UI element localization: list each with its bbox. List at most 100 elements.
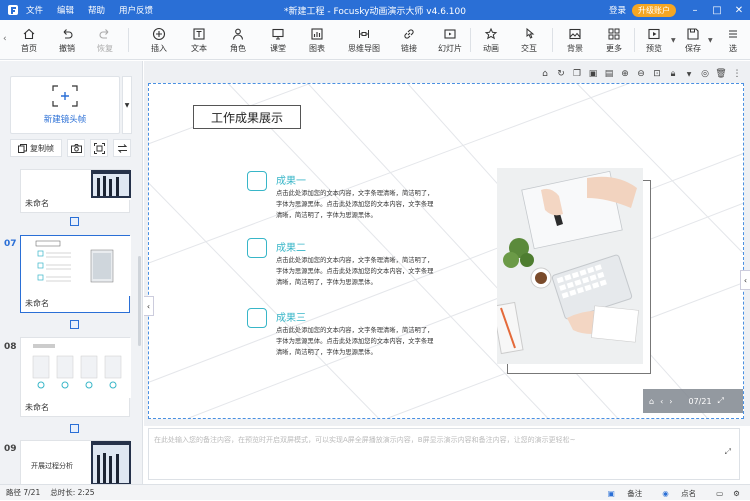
nav-next-icon[interactable]: › [669, 397, 672, 406]
frame-thumbnail-08[interactable]: 未命名 [20, 337, 131, 417]
frame-thumbnail-07[interactable]: 未命名 [20, 235, 131, 313]
frame-thumbnail-09[interactable]: 开展过程分析 [20, 440, 131, 484]
upgrade-button[interactable]: 升级账户 [632, 3, 676, 17]
home-icon [22, 27, 36, 41]
expand-notes-icon[interactable]: ⤢ [725, 447, 731, 457]
frame-list-scrollbar[interactable] [138, 256, 141, 346]
menu-file[interactable]: 文件 [26, 4, 43, 16]
animation-button[interactable]: 动画 [474, 20, 508, 60]
frame-thumbnail-image [21, 236, 131, 296]
toolbar-divider [470, 28, 471, 52]
nav-home-icon[interactable]: ⌂ [649, 397, 654, 406]
item-title-3[interactable]: 成果三 [276, 309, 306, 324]
paste-icon[interactable]: ▣ [586, 67, 600, 81]
desk-photo[interactable] [497, 168, 643, 364]
slide-navigator[interactable]: ⌂ ‹ › 07/21 ⤢ [643, 389, 743, 413]
status-settings-icon[interactable]: ⚙ [733, 489, 740, 498]
item-text-line: 清晰，简洁明了，字体为思源黑体。 [276, 212, 377, 219]
screenshot-icon[interactable]: ◎ [698, 67, 712, 81]
lock-dropdown-icon[interactable]: ▼ [682, 67, 696, 81]
notes-icon: ▣ [607, 488, 618, 498]
item-text-line: 清晰，简洁明了，字体为思源黑体。 [276, 279, 377, 286]
nav-prev-icon[interactable]: ‹ [660, 397, 663, 406]
swap-frame-button[interactable] [113, 139, 131, 157]
link-button[interactable]: 链接 [392, 20, 426, 60]
classroom-icon [271, 27, 285, 41]
minimize-icon[interactable]: – [684, 5, 706, 16]
close-icon[interactable]: ✕ [728, 5, 750, 16]
login-link[interactable]: 登录 [609, 4, 626, 16]
preview-button[interactable]: 预览 [637, 20, 671, 60]
collapse-left-panel-icon[interactable]: ‹ [144, 296, 154, 316]
roll-call-icon: ◉ [662, 488, 672, 498]
roll-call-label: 点名 [681, 488, 697, 498]
item-text-3[interactable]: 点击此处添加您的文本内容，文字条理清晰，简洁明了， 字体为思源黑体。点击此处添加… [276, 325, 466, 358]
chart-button[interactable]: 图表 [300, 20, 334, 60]
options-icon [726, 27, 740, 41]
item-title-2[interactable]: 成果二 [276, 239, 306, 254]
new-frame-dropdown-icon[interactable]: ▼ [122, 76, 132, 134]
home-button[interactable]: 首页 [12, 20, 46, 60]
course-button[interactable]: 课堂 [261, 20, 295, 60]
zoom-out-icon[interactable]: ⊖ [634, 67, 648, 81]
copy-frame-button[interactable]: 复制帧 [10, 139, 62, 157]
fit-screen-icon[interactable]: ⊡ [650, 67, 664, 81]
insert-button[interactable]: 插入 [142, 20, 176, 60]
interact-button[interactable]: 交互 [512, 20, 546, 60]
menu-edit[interactable]: 编辑 [57, 4, 74, 16]
background-button[interactable]: 背景 [558, 20, 592, 60]
new-frame-label: 新建镜头帧 [43, 115, 87, 125]
fullscreen-icon[interactable]: ⤢ [718, 396, 724, 406]
mindmap-button[interactable]: 思维导图 [344, 20, 384, 60]
notes-toggle[interactable]: ▣ 备注 [608, 488, 652, 499]
slide-title[interactable]: 工作成果展示 [193, 105, 301, 129]
item-marker-3[interactable] [247, 308, 267, 328]
layer-icon[interactable]: ▤ [602, 67, 616, 81]
preview-dropdown-icon[interactable]: ▼ [671, 37, 676, 44]
zoom-in-icon[interactable]: ⊕ [618, 67, 632, 81]
delete-icon[interactable]: 🗑︎ [714, 67, 728, 81]
lock-icon[interactable]: 🔒︎ [666, 67, 680, 81]
slide-canvas[interactable]: 工作成果展示 成果一 点击此处添加您的文本内容，文字条理清晰，简洁明了， 字体为… [148, 83, 744, 419]
transition-icon[interactable] [70, 320, 79, 329]
toolbar-scroll-left-icon[interactable]: ‹ [3, 34, 7, 44]
frame-number: 09 [4, 444, 17, 454]
shape-button[interactable]: 角色 [221, 20, 255, 60]
save-button[interactable]: 保存 [676, 20, 710, 60]
new-frame-button[interactable]: 新建镜头帧 [10, 76, 120, 134]
undo-label: 撤销 [59, 43, 75, 53]
item-marker-1[interactable] [247, 171, 267, 191]
fit-frame-button[interactable] [90, 139, 108, 157]
transition-icon[interactable] [70, 217, 79, 226]
more-button[interactable]: 更多 [597, 20, 631, 60]
frame-thumbnail-image [21, 338, 131, 398]
copy-icon[interactable]: ❐ [570, 67, 584, 81]
more-options-icon[interactable]: ⋮ [730, 67, 744, 81]
menu-help[interactable]: 帮助 [88, 4, 105, 16]
maximize-icon[interactable]: □ [706, 5, 728, 16]
slides-button[interactable]: 幻灯片 [432, 20, 468, 60]
item-title-1[interactable]: 成果一 [276, 172, 306, 187]
rotate-icon[interactable]: ↻ [554, 67, 568, 81]
frame-thumbnail-06[interactable]: 未命名 [20, 169, 131, 213]
item-marker-2[interactable] [247, 238, 267, 258]
undo-button[interactable]: 撤销 [50, 20, 84, 60]
link-icon [402, 27, 416, 41]
roll-call-toggle[interactable]: ◉ 点名 [662, 488, 706, 499]
camera-button[interactable] [67, 139, 85, 157]
text-button[interactable]: 文本 [182, 20, 216, 60]
save-dropdown-icon[interactable]: ▼ [708, 37, 713, 44]
redo-button[interactable]: 恢复 [88, 20, 122, 60]
transition-icon[interactable] [70, 424, 79, 433]
camera-icon [70, 143, 82, 153]
item-text-1[interactable]: 点击此处添加您的文本内容，文字条理清晰，简洁明了， 字体为思源黑体。点击此处添加… [276, 188, 466, 221]
options-button[interactable]: 选 [716, 20, 750, 60]
home-view-icon[interactable]: ⌂ [538, 67, 552, 81]
notes-field[interactable]: 在此处输入您的备注内容，在预览时开启双屏模式，可以实现A屏全屏播放演示内容，B屏… [148, 428, 740, 480]
collapse-right-panel-icon[interactable]: ‹ [740, 270, 750, 290]
chart-label: 图表 [309, 43, 325, 53]
menu-feedback[interactable]: 用户反馈 [119, 4, 153, 16]
item-text-2[interactable]: 点击此处添加您的文本内容，文字条理清晰，简洁明了， 字体为思源黑体。点击此处添加… [276, 255, 466, 288]
text-icon [192, 27, 206, 41]
screen-icon[interactable]: ▭ [716, 489, 723, 498]
